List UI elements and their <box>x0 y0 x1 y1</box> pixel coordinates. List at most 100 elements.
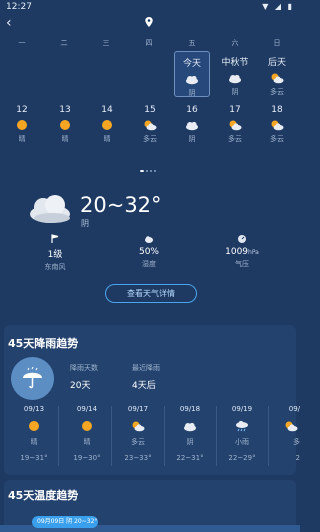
rain-icon <box>236 420 248 432</box>
day-condition: 多云 <box>228 135 242 143</box>
day-number: 12 <box>16 105 28 115</box>
sun-icon <box>60 120 70 130</box>
forecast-condition: 阴 <box>186 438 194 446</box>
calendar-day[interactable]: 17 多云 <box>217 101 253 147</box>
day-number: 17 <box>229 105 241 115</box>
calendar-day[interactable]: 13 晴 <box>47 101 83 147</box>
humidity-icon <box>145 236 153 243</box>
partly-cloudy-icon <box>285 421 298 432</box>
sun-icon <box>82 421 92 431</box>
day-number: 16 <box>186 105 198 115</box>
forecast-temp: 2 <box>295 454 300 462</box>
rain-days-label: 降雨天数 <box>70 364 98 372</box>
forecast-day[interactable]: 09/17 多云 23~33° <box>113 405 163 462</box>
sun-icon <box>102 120 112 130</box>
humidity-value: 50% <box>138 247 159 257</box>
day-condition: 阴 <box>188 135 196 143</box>
cloudy-icon <box>186 121 198 131</box>
weekday-label: 一 <box>18 39 26 47</box>
forecast-day[interactable]: 09/13 晴 19~31° <box>9 405 59 462</box>
calendar-day[interactable]: 18 多云 <box>259 101 295 147</box>
forecast-temp: 22~31° <box>176 454 204 462</box>
pressure-metric: 1009hPa 气压 <box>207 234 277 269</box>
calendar-day[interactable]: 12 晴 <box>4 101 40 147</box>
forecast-date: 09/17 <box>127 405 149 413</box>
pressure-gauge-icon <box>238 235 246 243</box>
view-weather-details-button[interactable]: 查看天气详情 <box>105 284 197 303</box>
forecast-condition: 多云 <box>131 438 145 446</box>
weekday-label: 五 <box>188 39 196 47</box>
day-number: 18 <box>271 105 283 115</box>
status-system-icons: ▼ ◢ ▮ <box>262 2 294 11</box>
status-time: 12:27 <box>6 2 32 12</box>
forecast-temp: 23~33° <box>124 454 152 462</box>
day-label: 中秋节 <box>221 58 249 68</box>
day-label: 今天 <box>182 59 201 69</box>
cloudy-icon <box>229 74 241 84</box>
forecast-day-partial[interactable]: 09/ 多 2 <box>258 405 300 462</box>
rain-days-value: 20天 <box>70 381 91 391</box>
day-condition: 多云 <box>143 135 157 143</box>
calendar-day[interactable]: 15 多云 <box>132 101 168 147</box>
sun-icon <box>29 421 39 431</box>
column-divider <box>111 406 112 466</box>
today-condition: 阴 <box>81 219 89 228</box>
forecast-date: 09/14 <box>76 405 98 413</box>
page-indicator <box>140 157 160 172</box>
recent-rain-stat: 最近降雨 4天后 <box>132 363 160 391</box>
forecast-day[interactable]: 09/18 阴 22~31° <box>165 405 215 462</box>
wind-value: 1级 <box>47 250 63 260</box>
day-number: 13 <box>59 105 71 115</box>
forecast-date: 09/18 <box>179 405 201 413</box>
day-number: 14 <box>101 105 113 115</box>
pressure-label: 气压 <box>235 260 249 268</box>
forecast-temp: 19~31° <box>20 454 48 462</box>
column-divider <box>58 406 59 466</box>
wind-metric: 1级 东南风 <box>20 234 90 272</box>
day-label: 后天 <box>267 58 286 68</box>
day-number: 15 <box>144 105 156 115</box>
back-arrow-icon: ‹ <box>6 15 12 31</box>
umbrella-icon <box>11 357 54 400</box>
day-condition: 阴 <box>231 88 239 96</box>
cloudy-icon <box>186 75 198 85</box>
forecast-day[interactable]: 09/14 晴 19~30° <box>62 405 112 462</box>
pressure-value: 1009hPa <box>225 247 259 257</box>
temp-trend-title: 45天温度趋势 <box>8 489 79 502</box>
wind-label: 东南风 <box>44 263 66 271</box>
back-button[interactable]: ‹ <box>6 15 20 31</box>
weekday-label: 六 <box>231 39 239 47</box>
calendar-day-festival[interactable]: 中秋节 阴 <box>217 51 253 97</box>
calendar-day-after-tomorrow[interactable]: 后天 多云 <box>259 51 295 97</box>
recent-rain-value: 4天后 <box>132 381 156 391</box>
calendar-day[interactable]: 14 晴 <box>89 101 125 147</box>
forecast-condition: 多 <box>293 438 300 446</box>
day-condition: 阴 <box>188 89 196 97</box>
day-condition: 晴 <box>103 135 111 143</box>
forecast-date: 09/ <box>288 405 300 413</box>
partly-cloudy-icon <box>271 120 284 131</box>
day-condition: 晴 <box>18 135 26 143</box>
rain-days-stat: 降雨天数 20天 <box>70 363 98 391</box>
today-temperature: 20~32° <box>80 193 162 217</box>
calendar-day-today[interactable]: 今天 阴 <box>174 51 210 97</box>
forecast-condition: 晴 <box>30 438 38 446</box>
weekday-label: 三 <box>102 39 110 47</box>
forecast-temp: 19~30° <box>73 454 101 462</box>
sun-icon <box>17 120 27 130</box>
humidity-metric: 50% 湿度 <box>114 234 184 269</box>
weekday-label: 日 <box>273 39 281 47</box>
calendar-day[interactable]: 16 阴 <box>174 101 210 147</box>
calendar-weekday-header: 一 二 三 四 五 六 日 <box>0 38 300 48</box>
partly-cloudy-icon <box>132 421 145 432</box>
day-condition: 多云 <box>270 88 284 96</box>
cloudy-large-icon <box>30 195 70 223</box>
partly-cloudy-icon <box>271 73 284 84</box>
day-condition: 多云 <box>270 135 284 143</box>
wind-icon <box>51 234 59 243</box>
location-pin-icon <box>145 17 153 27</box>
day-condition: 晴 <box>61 135 69 143</box>
weekday-label: 二 <box>60 39 68 47</box>
forecast-condition: 晴 <box>83 438 91 446</box>
status-bar: 12:27 ▼ ◢ ▮ <box>0 0 300 14</box>
